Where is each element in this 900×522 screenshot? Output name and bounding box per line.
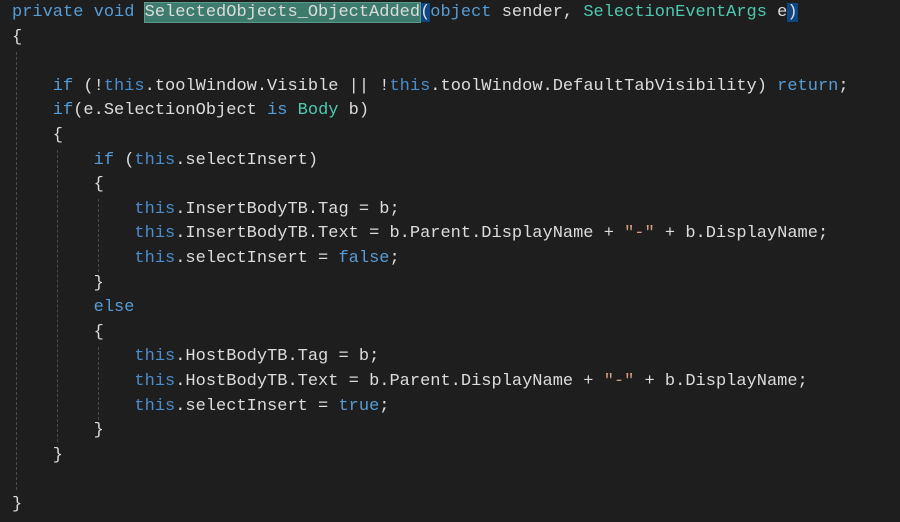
code-token: else <box>12 298 135 318</box>
code-line[interactable]: private void SelectedObjects_ObjectAdded… <box>12 1 798 26</box>
code-line[interactable]: } <box>12 272 104 297</box>
code-token: .InsertBodyTB.Text = b.Parent.DisplayNam… <box>175 224 625 244</box>
code-token: .HostBodyTB.Text = b.Parent.DisplayName … <box>175 372 604 391</box>
selected-text: SelectedObjects_ObjectAdded <box>143 2 422 23</box>
code-line[interactable]: } <box>12 493 22 518</box>
code-line[interactable]: } <box>12 444 63 469</box>
code-token: { <box>12 322 104 342</box>
code-token: } <box>12 421 104 441</box>
code-line[interactable]: this.selectInsert = false; <box>12 247 400 272</box>
code-token: if <box>12 101 74 121</box>
code-line[interactable]: this.selectInsert = true; <box>12 395 389 420</box>
code-token: return <box>777 76 839 96</box>
code-token: .toolWindow.DefaultTabVisibility) <box>430 76 778 96</box>
code-line[interactable]: if (!this.toolWindow.Visible || !this.to… <box>12 75 849 100</box>
code-line[interactable]: { <box>12 173 104 198</box>
code-line[interactable]: { <box>12 321 104 346</box>
code-line[interactable]: if(e.SelectionObject is Body b) <box>12 99 369 124</box>
code-line[interactable]: else <box>12 296 135 321</box>
code-line[interactable]: } <box>12 419 104 444</box>
code-token: } <box>12 495 23 514</box>
code-token: this <box>12 224 176 244</box>
code-token: b) <box>338 101 370 121</box>
code-token: .selectInsert) <box>175 150 319 170</box>
code-token: object <box>430 3 502 22</box>
code-token: this <box>103 76 145 96</box>
code-token: + b.DisplayName; <box>634 372 808 391</box>
code-token: .toolWindow.Visible || ! <box>144 76 390 96</box>
code-token: SelectionEventArgs <box>583 3 767 22</box>
code-token: true <box>338 396 380 416</box>
code-line[interactable]: this.HostBodyTB.Tag = b; <box>12 345 379 370</box>
code-token: ( <box>124 150 135 170</box>
code-token: e <box>766 3 788 22</box>
code-token: if <box>12 150 125 170</box>
code-token: this <box>12 347 176 367</box>
code-token: this <box>12 249 176 268</box>
code-token: { <box>12 126 64 145</box>
code-token: this <box>12 396 176 416</box>
code-editor[interactable]: private void SelectedObjects_ObjectAdded… <box>0 0 900 522</box>
code-token: ; <box>379 396 390 416</box>
code-token: } <box>12 273 104 293</box>
code-token: ; <box>838 76 849 96</box>
code-token: this <box>389 76 431 96</box>
code-token: .selectInsert = <box>175 249 339 268</box>
code-line[interactable]: this.HostBodyTB.Text = b.Parent.DisplayN… <box>12 370 808 395</box>
code-token: false <box>338 249 390 268</box>
code-line[interactable]: if (this.selectInsert) <box>12 149 318 174</box>
code-token: this <box>12 199 176 219</box>
code-token: .InsertBodyTB.Tag = b; <box>175 199 400 219</box>
code-token: this <box>134 150 176 170</box>
code-token: is <box>267 101 298 121</box>
code-token: .selectInsert = <box>175 396 339 416</box>
code-line[interactable]: { <box>12 26 22 51</box>
code-line[interactable]: this.InsertBodyTB.Tag = b; <box>12 198 400 223</box>
code-token: sender, <box>501 3 584 22</box>
code-token: + b.DisplayName; <box>654 224 829 244</box>
code-token: private void <box>12 3 145 22</box>
code-token: (e.SelectionObject <box>73 101 268 121</box>
code-line[interactable]: this.InsertBodyTB.Text = b.Parent.Displa… <box>12 222 828 247</box>
code-token: ; <box>389 249 400 268</box>
code-token: ) <box>787 3 798 22</box>
code-line[interactable]: { <box>12 124 63 149</box>
code-token: this <box>12 372 176 391</box>
code-token: } <box>12 445 64 465</box>
code-token: Body <box>297 101 339 121</box>
code-token: ( <box>420 3 431 22</box>
code-token: (! <box>83 76 104 96</box>
code-token: .HostBodyTB.Tag = b; <box>175 347 380 367</box>
code-token: "-" <box>624 224 655 244</box>
code-token: if <box>12 76 84 96</box>
code-token: { <box>12 27 23 47</box>
code-token: { <box>12 175 104 195</box>
code-token: "-" <box>603 372 635 391</box>
